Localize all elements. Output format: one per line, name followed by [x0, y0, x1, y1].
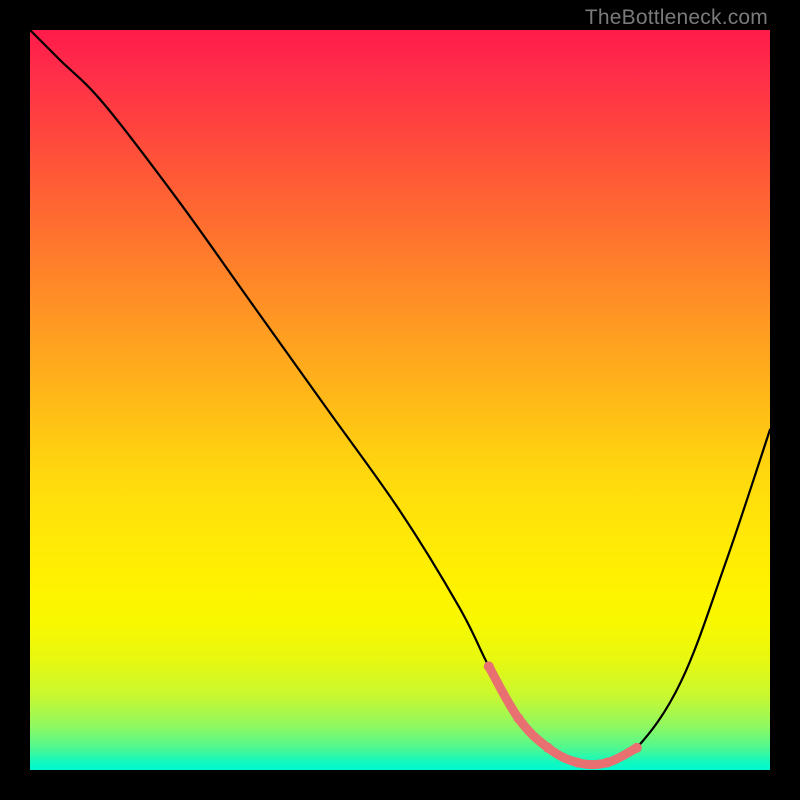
- watermark-text: TheBottleneck.com: [585, 6, 768, 30]
- plot-area: [30, 30, 770, 770]
- optimal-range-highlight: [484, 661, 642, 767]
- bottleneck-curve: [30, 30, 770, 765]
- chart-container: TheBottleneck.com: [0, 0, 800, 800]
- curve-layer: [30, 30, 770, 770]
